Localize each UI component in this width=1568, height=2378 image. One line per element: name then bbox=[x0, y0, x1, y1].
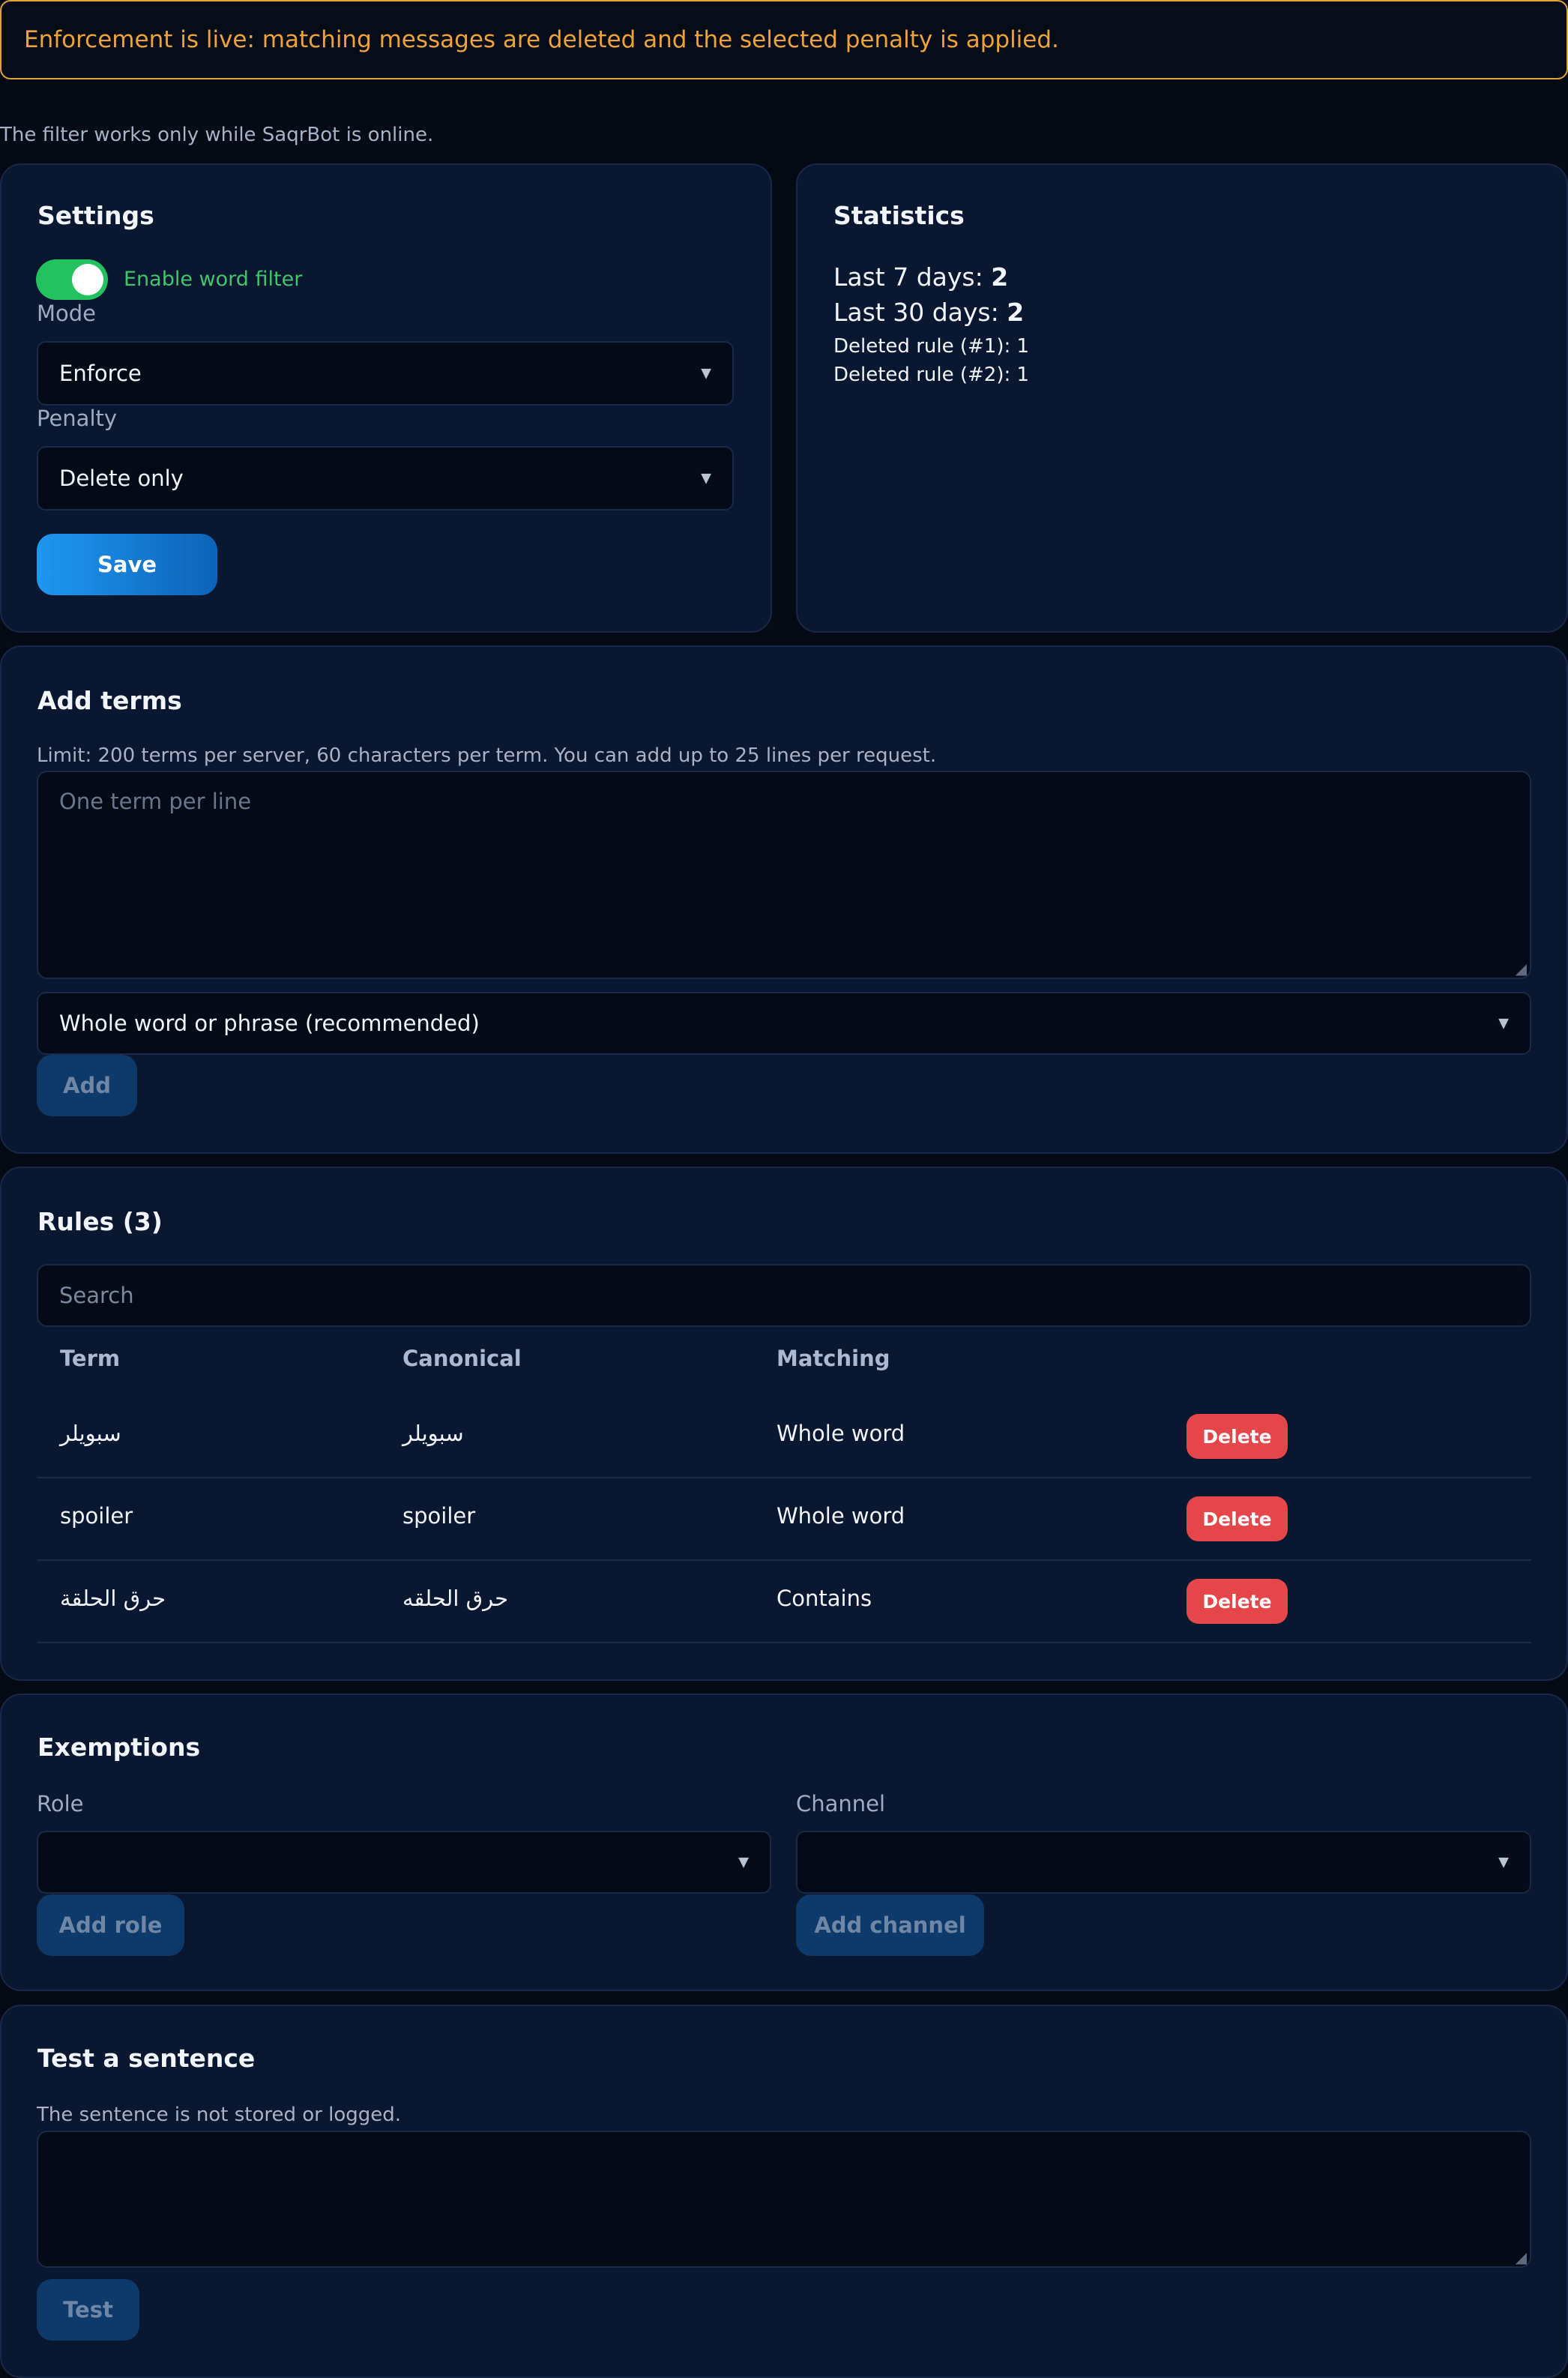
toggle-label: Enable word filter bbox=[124, 268, 303, 291]
column-header-matching: Matching bbox=[777, 1346, 890, 1371]
row-divider bbox=[37, 1477, 1531, 1478]
rule-canonical: حرق الحلقه bbox=[402, 1586, 509, 1611]
rule-canonical: spoiler bbox=[402, 1503, 476, 1529]
column-header-term: Term bbox=[60, 1346, 121, 1371]
save-button[interactable]: Save bbox=[37, 534, 217, 595]
rule-canonical: سبويلر bbox=[402, 1421, 464, 1446]
rule-matching: Contains bbox=[777, 1586, 872, 1611]
resize-grip-icon[interactable]: ◢ bbox=[1516, 961, 1527, 976]
penalty-select[interactable]: Delete only ▼ bbox=[37, 446, 734, 511]
mode-select-value: Enforce bbox=[59, 361, 142, 386]
delete-rule-button[interactable]: Delete bbox=[1186, 1579, 1288, 1624]
stat-last-30-label: Last 30 days: bbox=[833, 298, 999, 327]
test-sentence-textarea[interactable]: ◢ bbox=[37, 2131, 1531, 2268]
penalty-select-value: Delete only bbox=[59, 466, 184, 491]
chevron-down-icon: ▼ bbox=[1498, 1854, 1509, 1870]
add-terms-title: Add terms bbox=[37, 686, 182, 715]
stat-last-7-days: Last 7 days: 2 bbox=[833, 262, 1008, 292]
rules-title: Rules (3) bbox=[37, 1207, 163, 1236]
test-note: The sentence is not stored or logged. bbox=[37, 2104, 402, 2126]
stat-rule-2: Deleted rule (#2): 1 bbox=[833, 364, 1030, 386]
rules-search-input[interactable]: Search bbox=[37, 1264, 1531, 1327]
terms-textarea-placeholder: One term per line bbox=[59, 789, 252, 814]
enforcement-banner-text: Enforcement is live: matching messages a… bbox=[24, 26, 1059, 53]
test-title: Test a sentence bbox=[37, 2044, 256, 2073]
column-header-canonical: Canonical bbox=[402, 1346, 522, 1371]
stat-rule-1: Deleted rule (#1): 1 bbox=[833, 335, 1030, 358]
delete-rule-button[interactable]: Delete bbox=[1186, 1414, 1288, 1459]
add-terms-limit: Limit: 200 terms per server, 60 characte… bbox=[37, 744, 937, 767]
role-label: Role bbox=[37, 1791, 84, 1816]
row-divider bbox=[37, 1559, 1531, 1561]
channel-label: Channel bbox=[796, 1791, 886, 1816]
mode-select[interactable]: Enforce ▼ bbox=[37, 341, 734, 406]
enforcement-banner: Enforcement is live: matching messages a… bbox=[0, 0, 1568, 79]
rule-term: سبويلر bbox=[60, 1421, 121, 1446]
stat-last-7-value: 2 bbox=[991, 262, 1009, 292]
test-button[interactable]: Test bbox=[37, 2279, 139, 2341]
rule-matching: Whole word bbox=[777, 1503, 905, 1529]
stat-last-30-days: Last 30 days: 2 bbox=[833, 298, 1024, 327]
word-filter-toggle[interactable] bbox=[36, 259, 108, 300]
chevron-down-icon: ▼ bbox=[701, 365, 711, 382]
terms-textarea[interactable]: One term per line ◢ bbox=[37, 771, 1531, 979]
toggle-knob bbox=[72, 264, 103, 295]
resize-grip-icon[interactable]: ◢ bbox=[1516, 2250, 1527, 2265]
chevron-down-icon: ▼ bbox=[738, 1854, 749, 1870]
statistics-card: Statistics bbox=[796, 163, 1568, 633]
add-channel-button[interactable]: Add channel bbox=[796, 1894, 984, 1956]
statistics-title: Statistics bbox=[833, 201, 965, 230]
mode-label: Mode bbox=[37, 301, 97, 326]
chevron-down-icon: ▼ bbox=[1498, 1015, 1509, 1032]
exemptions-title: Exemptions bbox=[37, 1733, 201, 1762]
stat-last-30-value: 2 bbox=[1007, 298, 1025, 327]
delete-rule-button[interactable]: Delete bbox=[1186, 1496, 1288, 1541]
online-note: The filter works only while SaqrBot is o… bbox=[0, 124, 434, 146]
add-role-button[interactable]: Add role bbox=[37, 1894, 184, 1956]
add-term-button[interactable]: Add bbox=[37, 1055, 137, 1116]
settings-title: Settings bbox=[37, 201, 154, 230]
role-select[interactable]: ▼ bbox=[37, 1831, 771, 1894]
penalty-label: Penalty bbox=[37, 406, 118, 431]
stat-last-7-label: Last 7 days: bbox=[833, 262, 983, 292]
match-mode-value: Whole word or phrase (recommended) bbox=[59, 1011, 480, 1036]
rule-matching: Whole word bbox=[777, 1421, 905, 1446]
row-divider bbox=[37, 1642, 1531, 1643]
chevron-down-icon: ▼ bbox=[701, 470, 711, 487]
rule-term: spoiler bbox=[60, 1503, 133, 1529]
match-mode-select[interactable]: Whole word or phrase (recommended) ▼ bbox=[37, 992, 1531, 1055]
rule-term: حرق الحلقة bbox=[60, 1586, 166, 1611]
channel-select[interactable]: ▼ bbox=[796, 1831, 1531, 1894]
rules-search-placeholder: Search bbox=[59, 1283, 134, 1308]
